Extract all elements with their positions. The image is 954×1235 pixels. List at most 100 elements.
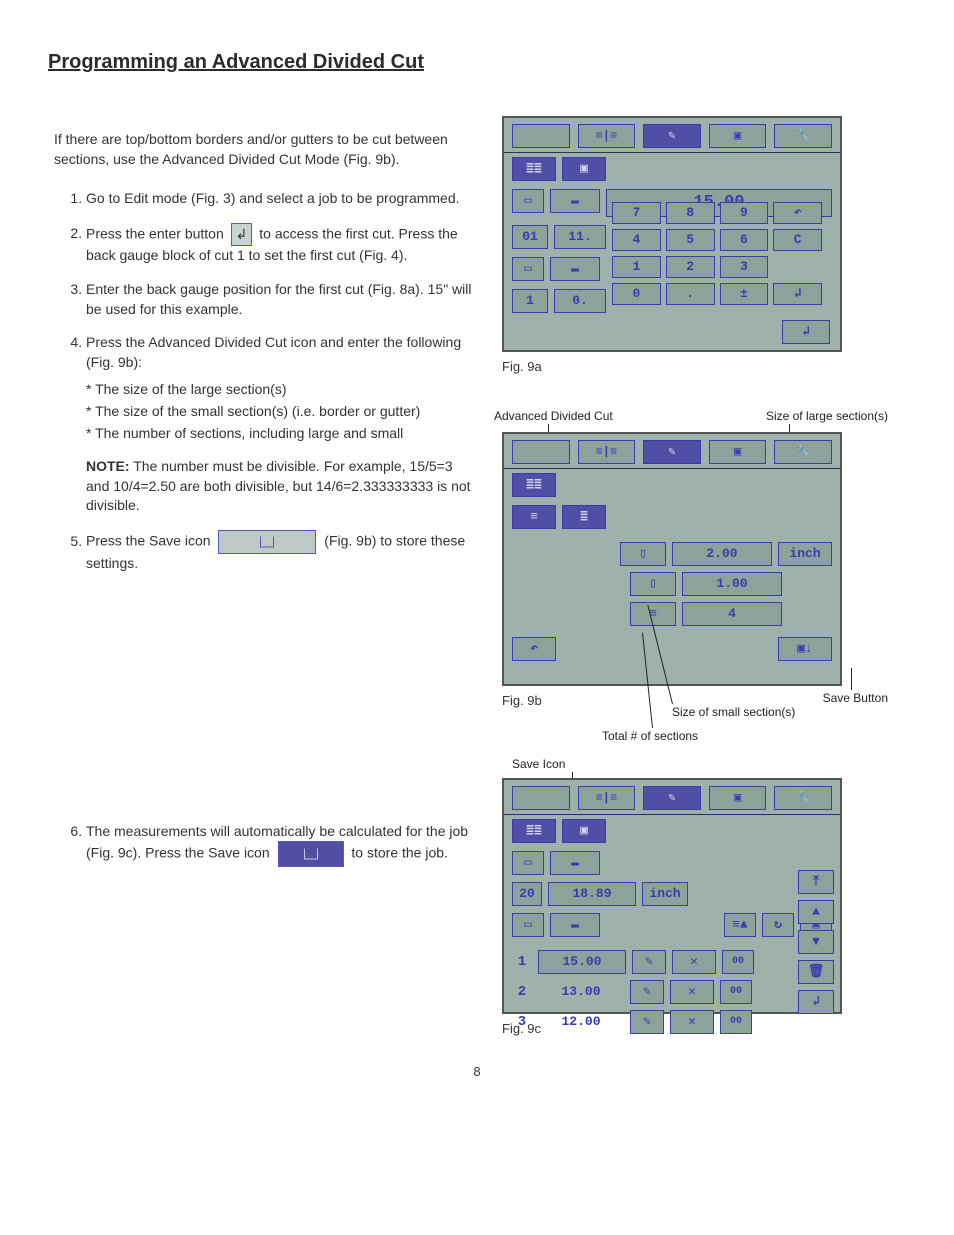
row2-tag: 00 (720, 980, 752, 1004)
row3-edit-icon[interactable]: ✎ (630, 1010, 664, 1034)
save-job-tab[interactable]: ▣ (562, 157, 606, 181)
figure-9c-screen: ≡|≡ ✎ ▣ 🔧 ≣≣ ▣ ▭ ▬ 20 18.89 inch (502, 778, 842, 1014)
tab-edit-c[interactable]: ✎ (643, 786, 701, 810)
scroll-up-button[interactable]: ▲ (798, 900, 834, 924)
row1-val: 15.00 (538, 950, 626, 974)
key-4[interactable]: 4 (612, 229, 661, 251)
cut-row-3[interactable]: 3 12.00 ✎ ✕ 00 (504, 1007, 840, 1037)
tab-adjust-c[interactable]: ≡|≡ (578, 786, 636, 810)
row3-num: 3 (512, 1013, 532, 1033)
row3-air-icon[interactable]: ✕ (670, 1010, 714, 1034)
page-title: Programming an Advanced Divided Cut (48, 48, 906, 76)
tab-blank-1[interactable] (512, 124, 570, 148)
advanced-divided-cut-icon[interactable]: ≣ (562, 505, 606, 529)
scroll-down-button[interactable]: ▼ (798, 930, 834, 954)
step-2: Press the enter button ↲ to access the f… (86, 223, 478, 266)
key-7[interactable]: 7 (612, 202, 661, 224)
cut-number[interactable]: 1 (512, 289, 548, 313)
step-4: Press the Advanced Divided Cut icon and … (86, 333, 478, 516)
tab-clamp-c[interactable]: ▣ (709, 786, 767, 810)
sections-count-value[interactable]: 4 (682, 602, 782, 626)
large-section-value[interactable]: 2.00 (672, 542, 772, 566)
label-small: Size of small section(s) (672, 704, 795, 721)
small-section-value[interactable]: 1.00 (682, 572, 782, 596)
cut-row-1[interactable]: 1 15.00 ✎ ✕ 00 (504, 947, 840, 977)
tab-clamp[interactable]: ▣ (709, 124, 767, 148)
label-large: Size of large section(s) (766, 408, 888, 425)
sections-count-icon: ≡ (630, 602, 676, 626)
step-5: Press the Save icon (Fig. 9b) to store t… (86, 530, 478, 574)
step-6: The measurements will automatically be c… (86, 822, 478, 868)
key-undo[interactable]: ↶ (773, 202, 822, 224)
delete-button[interactable]: 🗑 (798, 960, 834, 984)
instructions-column: If there are top/bottom borders and/or g… (48, 116, 478, 885)
scroll-top-button[interactable]: ⤒ (798, 870, 834, 894)
label-save: Save Button (823, 690, 888, 707)
intro-paragraph: If there are top/bottom borders and/or g… (48, 130, 478, 169)
step4-note: NOTE: The number must be divisible. For … (86, 457, 478, 516)
mode-icon-b[interactable]: ≣≣ (512, 473, 556, 497)
row2-air-icon[interactable]: ✕ (670, 980, 714, 1004)
key-6[interactable]: 6 (720, 229, 769, 251)
job-number[interactable]: 01 (512, 225, 548, 249)
fig-9b-caption: Fig. 9b (502, 692, 542, 710)
opt-icon-1[interactable]: ≡▲ (724, 913, 756, 937)
tab-tool[interactable]: 🔧 (774, 124, 832, 148)
mode-icon[interactable]: ≣≣ (512, 157, 556, 181)
key-1[interactable]: 1 (612, 256, 661, 278)
tab-adjust-b[interactable]: ≡|≡ (578, 440, 636, 464)
key-0[interactable]: 0 (612, 283, 661, 305)
list-bar-icon: ▬ (550, 913, 600, 937)
label-total: Total # of sections (602, 728, 698, 745)
return-button[interactable]: ↲ (782, 320, 830, 344)
enter-button[interactable]: ↲ (798, 990, 834, 1014)
key-2[interactable]: 2 (666, 256, 715, 278)
key-9[interactable]: 9 (720, 202, 769, 224)
figure-9b-screen: ≡|≡ ✎ ▣ 🔧 ≣≣ ≡ ≣ ▯ 2.00 inch (502, 432, 842, 686)
note-lead: NOTE: (86, 458, 130, 474)
cut-value: 0. (554, 289, 606, 313)
header-unit: inch (642, 882, 688, 906)
step-4-intro: Press the Advanced Divided Cut icon and … (86, 334, 461, 370)
tab-blank-1b[interactable] (512, 440, 570, 464)
list-chip-icon: ▭ (512, 913, 544, 937)
hdr-bar-icon: ▬ (550, 851, 600, 875)
cut-bar-icon: ▬ (550, 257, 600, 281)
tab-tool-b[interactable]: 🔧 (774, 440, 832, 464)
step-3: Enter the back gauge position for the fi… (86, 280, 478, 319)
tab-adjust[interactable]: ≡|≡ (578, 124, 636, 148)
tab-blank-1c[interactable] (512, 786, 570, 810)
back-button[interactable]: ↶ (512, 637, 556, 661)
save-job-icon (278, 841, 344, 867)
label-saveicon: Save Icon (512, 756, 565, 773)
cut-row-2[interactable]: 2 13.00 ✎ ✕ 00 (504, 977, 840, 1007)
tab-clamp-b[interactable]: ▣ (709, 440, 767, 464)
step4-bullet-3: * The number of sections, including larg… (86, 424, 478, 444)
tab-tool-c[interactable]: 🔧 (774, 786, 832, 810)
row2-val: 13.00 (538, 981, 624, 1003)
step-1: Go to Edit mode (Fig. 3) and select a jo… (86, 189, 478, 209)
tab-edit[interactable]: ✎ (643, 124, 701, 148)
key-8[interactable]: 8 (666, 202, 715, 224)
key-clear[interactable]: C (773, 229, 822, 251)
save-settings-button[interactable]: ▣↓ (778, 637, 832, 661)
key-enter[interactable]: ↲ (773, 283, 822, 305)
key-dot[interactable]: . (666, 283, 715, 305)
note-body: The number must be divisible. For exampl… (86, 458, 471, 513)
header-count: 20 (512, 882, 542, 906)
row2-edit-icon[interactable]: ✎ (630, 980, 664, 1004)
mode-icon-c[interactable]: ≣≣ (512, 819, 556, 843)
row1-air-icon[interactable]: ✕ (672, 950, 716, 974)
tab-edit-b[interactable]: ✎ (643, 440, 701, 464)
cut-chip-icon: ▭ (512, 257, 544, 281)
key-5[interactable]: 5 (666, 229, 715, 251)
small-section-icon: ▯ (630, 572, 676, 596)
row3-val: 12.00 (538, 1011, 624, 1033)
key-plusminus[interactable]: ± (720, 283, 769, 305)
row1-edit-icon[interactable]: ✎ (632, 950, 666, 974)
opt-icon-2[interactable]: ↻ (762, 913, 794, 937)
key-3[interactable]: 3 (720, 256, 769, 278)
save-job-button[interactable]: ▣ (562, 819, 606, 843)
divided-cut-icon[interactable]: ≡ (512, 505, 556, 529)
hdr-chip-icon: ▭ (512, 851, 544, 875)
